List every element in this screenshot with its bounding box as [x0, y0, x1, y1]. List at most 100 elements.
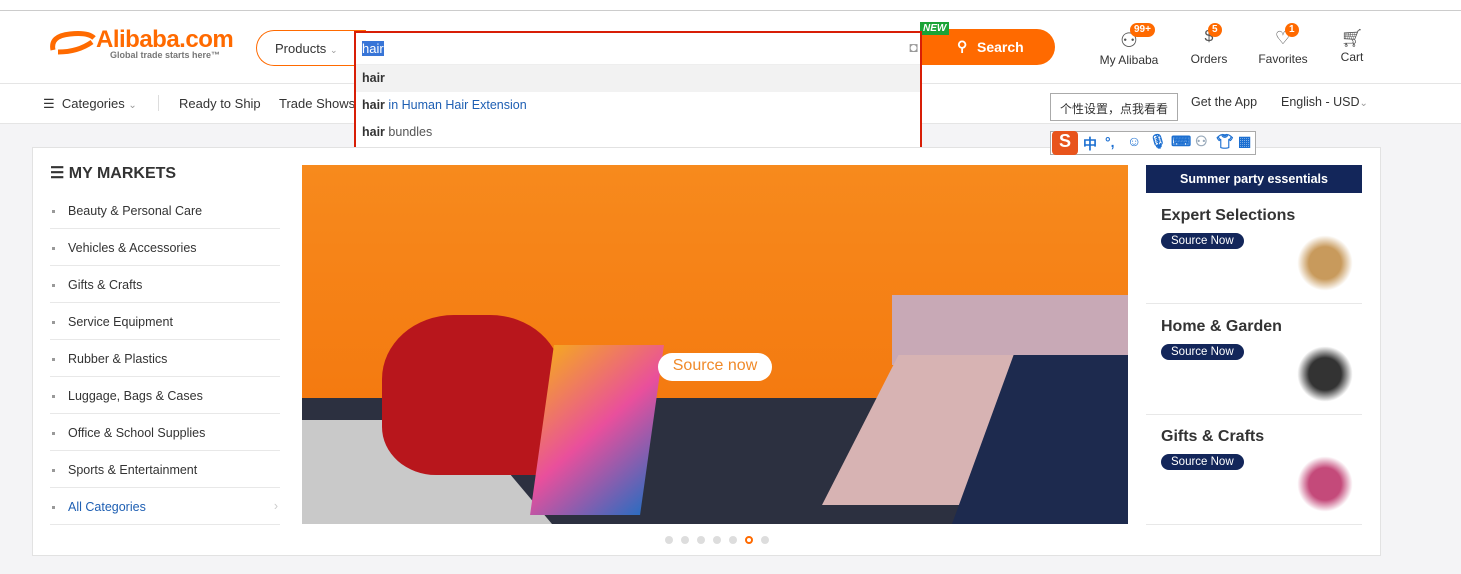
ime-tooltip: 个性设置，点我看看 [1050, 93, 1178, 121]
category-card[interactable]: Gifts & Crafts Source Now [1146, 414, 1362, 525]
nav-ready-to-ship[interactable]: Ready to Ship [179, 96, 261, 111]
market-label: Rubber & Plastics [68, 352, 168, 366]
card-title: Home & Garden [1161, 317, 1282, 335]
hero-banner[interactable]: Source now [302, 165, 1128, 524]
favorites-button[interactable]: ♡ Favorites 1 [1253, 23, 1313, 66]
market-item[interactable]: Beauty & Personal Care [50, 192, 280, 229]
my-alibaba-button[interactable]: ⚇ My Alibaba 99+ [1094, 23, 1164, 67]
card-product-image [1290, 233, 1360, 293]
logo-tagline: Global trade starts here™ [110, 50, 221, 60]
suggestion-item[interactable]: hair in Human Hair Extension [356, 92, 920, 119]
sogou-logo-icon[interactable]: S [1052, 131, 1078, 155]
card-title: Gifts & Crafts [1161, 428, 1265, 445]
menu-icon: ☰ [43, 96, 55, 111]
language-currency-select[interactable]: English - USD⌄ [1281, 95, 1368, 109]
category-card[interactable]: Expert Selections Source Now [1146, 193, 1362, 304]
chevron-down-icon: ⌄ [1359, 98, 1368, 109]
market-label: Service Equipment [68, 315, 173, 329]
carousel-dot[interactable] [665, 536, 673, 544]
search-icon: ⚲ [957, 38, 968, 54]
market-item[interactable]: Sports & Entertainment [50, 451, 280, 488]
suggestion-item[interactable]: hair bundles [356, 119, 920, 146]
market-label: Office & School Supplies [68, 426, 206, 440]
card-product-image [1290, 343, 1360, 404]
ime-chinese-mode[interactable]: 中 [1083, 134, 1097, 154]
carousel-dot[interactable] [761, 536, 769, 544]
categories-label: Categories [61, 96, 125, 111]
keyboard-icon[interactable]: ⌨ [1171, 133, 1191, 150]
market-label: Sports & Entertainment [68, 463, 198, 477]
ime-punctuation[interactable]: °, [1105, 134, 1115, 150]
categories-menu[interactable]: ☰ Categories ⌄ [43, 96, 137, 112]
market-item[interactable]: Luggage, Bags & Cases [50, 377, 280, 414]
market-item[interactable]: Service Equipment [50, 303, 280, 340]
suggestion-match: hair [362, 71, 385, 85]
suggestion-item[interactable]: hair [356, 65, 920, 92]
microphone-icon[interactable]: 🎙︎ [1149, 133, 1167, 150]
my-markets-label: MY MARKETS [68, 165, 177, 182]
orders-label: Orders [1190, 52, 1228, 66]
bookmarks-bar [0, 0, 1461, 11]
market-item[interactable]: Office & School Supplies [50, 414, 280, 451]
market-item[interactable]: Gifts & Crafts [50, 266, 280, 303]
my-markets-title: ☰ MY MARKETS [50, 163, 176, 183]
cart-button[interactable]: 🛒︎ Cart [1332, 28, 1372, 64]
camera-icon[interactable]: ◘ [910, 39, 918, 55]
carousel-dot[interactable] [681, 536, 689, 544]
market-label: Vehicles & Accessories [68, 241, 197, 255]
favorites-label: Favorites [1258, 52, 1308, 66]
summer-party-header[interactable]: Summer party essentials [1146, 165, 1362, 193]
market-label: Luggage, Bags & Cases [68, 389, 203, 403]
chevron-down-icon: ⌄ [128, 100, 137, 111]
notification-badge: 99+ [1130, 23, 1155, 37]
list-icon: ☰ [50, 165, 65, 182]
user-card-icon[interactable]: ⚇ [1195, 133, 1208, 150]
search-input[interactable]: hair ◘ [356, 33, 920, 65]
new-badge: NEW [920, 22, 950, 35]
favorites-badge: 1 [1285, 23, 1299, 37]
suggestion-rest: bundles [384, 124, 433, 139]
market-item[interactable]: Rubber & Plastics [50, 340, 280, 377]
skin-shirt-icon[interactable]: 👕︎ [1216, 133, 1234, 150]
heart-icon: ♡ [1274, 28, 1292, 48]
carousel-dot[interactable] [729, 536, 737, 544]
chevron-down-icon: ⌄ [329, 45, 338, 55]
my-alibaba-label: My Alibaba [1099, 53, 1159, 67]
source-now-button[interactable]: Source Now [1161, 343, 1244, 360]
search-category-select[interactable]: Products ⌄ [256, 30, 366, 66]
carousel-dot[interactable] [745, 536, 753, 544]
banner-red-dress [382, 315, 562, 475]
search-input-value: hair [362, 41, 384, 56]
toolbox-grid-icon[interactable]: ▦ [1238, 133, 1251, 150]
divider [158, 95, 159, 111]
emoji-icon[interactable]: ☺ [1127, 133, 1141, 149]
banner-source-now-button[interactable]: Source now [658, 353, 772, 381]
orders-button[interactable]: $ Orders 5 [1184, 23, 1234, 66]
suggestion-rest: in Human Hair Extension [384, 97, 527, 112]
source-now-button[interactable]: Source Now [1161, 233, 1244, 249]
logo-mark-icon [50, 31, 96, 55]
search-button-label: Search [977, 39, 1024, 55]
carousel-dot[interactable] [713, 536, 721, 544]
ime-toolbar: S 中 °, ☺ 🎙︎ ⌨ ⚇ 👕︎ ▦ [1050, 131, 1256, 155]
market-item[interactable]: Vehicles & Accessories [50, 229, 280, 266]
carousel-dot[interactable] [697, 536, 705, 544]
market-item[interactable]: All Categories › [50, 488, 280, 525]
market-label: Beauty & Personal Care [68, 204, 203, 218]
market-label: All Categories [68, 500, 146, 514]
chevron-right-icon: › [273, 499, 278, 513]
market-label: Gifts & Crafts [68, 278, 143, 292]
nav-trade-shows[interactable]: Trade Shows [279, 96, 354, 111]
orders-badge: 5 [1208, 23, 1222, 37]
card-product-image [1290, 454, 1360, 514]
card-title: Expert Selections [1161, 207, 1296, 224]
suggestion-match: hair [362, 97, 385, 112]
language-label: English - USD [1281, 95, 1360, 109]
category-label: Products [275, 41, 327, 56]
cart-icon: 🛒︎ [1340, 28, 1364, 48]
category-card[interactable]: Home & Garden Source Now [1146, 304, 1362, 415]
cart-label: Cart [1340, 50, 1364, 64]
banner-headboard [892, 295, 1128, 365]
source-now-button[interactable]: Source Now [1161, 454, 1244, 470]
nav-get-the-app[interactable]: Get the App [1191, 95, 1257, 109]
